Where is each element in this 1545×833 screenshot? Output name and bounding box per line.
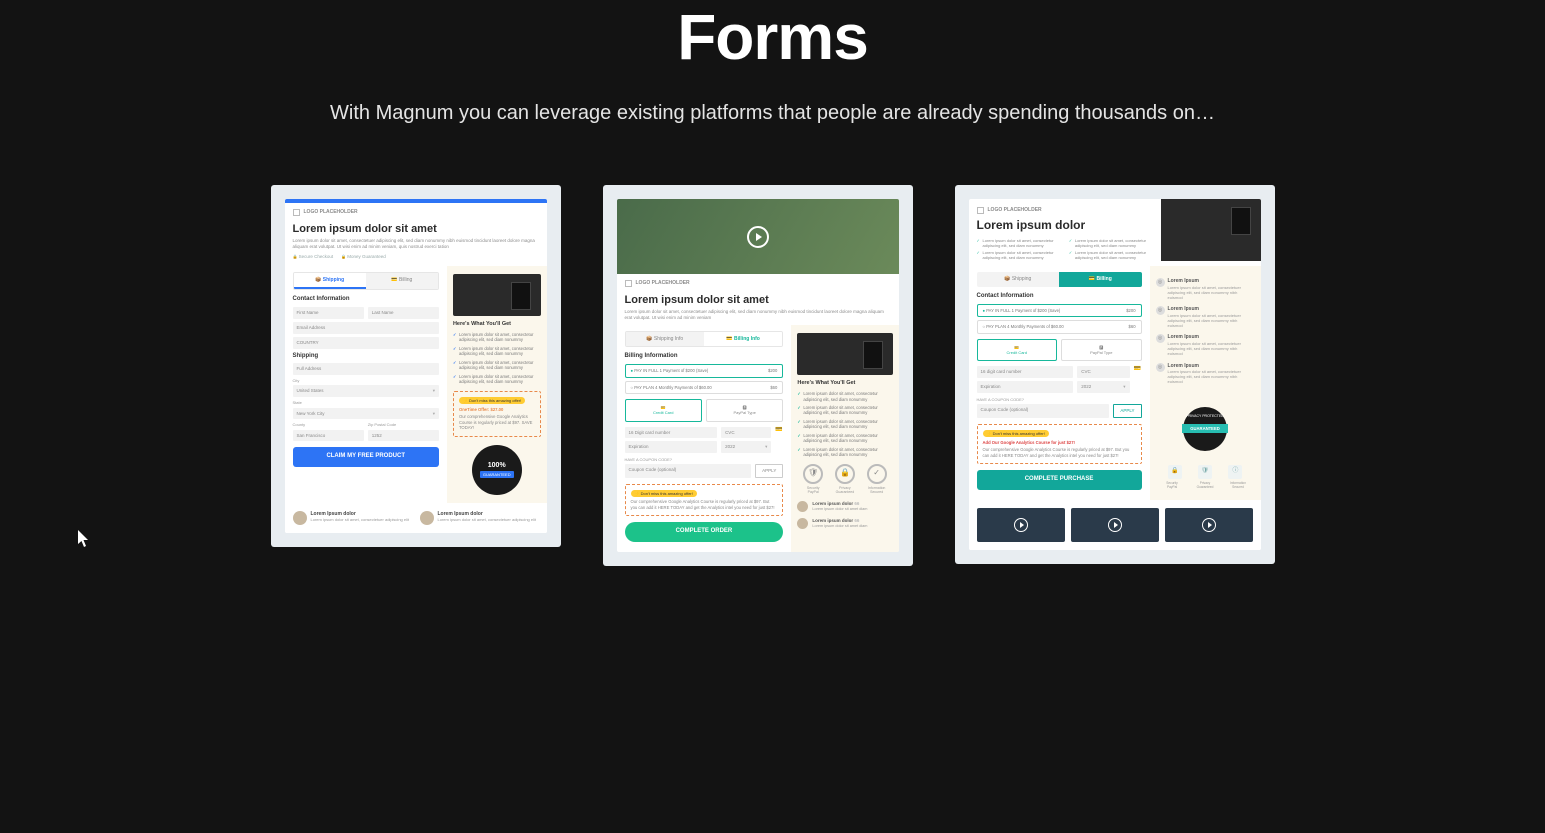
paypal-option[interactable]: 🅿PayPal Type bbox=[1061, 339, 1142, 361]
testimonial: Lorem ipsum dolor 66Lorem ipsum dolor si… bbox=[797, 501, 892, 512]
product-image bbox=[797, 333, 892, 375]
zip-field[interactable]: 1252 bbox=[368, 430, 439, 442]
guarantee-badge: 100% GUARANTEED bbox=[472, 445, 522, 495]
credit-card-option[interactable]: 💳Credit Card bbox=[625, 399, 702, 421]
form-template-1[interactable]: LOGO PLACEHOLDER Lorem ipsum dolor sit a… bbox=[271, 185, 561, 547]
play-icon[interactable] bbox=[1014, 518, 1028, 532]
subheadline: Lorem ipsum dolor sit amet, consectetuer… bbox=[617, 309, 899, 325]
trust-badges: 🛡🔒✓ bbox=[797, 464, 892, 484]
card-number-field[interactable]: 16 Digit card number bbox=[625, 427, 718, 439]
logo-placeholder: LOGO PLACEHOLDER bbox=[285, 203, 547, 218]
template-cards-row: LOGO PLACEHOLDER Lorem ipsum dolor sit a… bbox=[0, 185, 1545, 566]
offer-box[interactable]: ⚡ Don't miss this amazing offer! OneTime… bbox=[453, 391, 541, 437]
video-thumb[interactable] bbox=[1165, 508, 1253, 542]
testimonials: Lorem Ipsum dolorLorem ipsum dolor sit a… bbox=[285, 503, 547, 533]
tab-billing[interactable]: 💳 Billing Info bbox=[704, 332, 782, 347]
video-thumbnails bbox=[969, 500, 1261, 550]
credit-card-option[interactable]: 💳Credit Card bbox=[977, 339, 1058, 361]
headline: Lorem ipsum dolor sit amet bbox=[617, 289, 899, 309]
page-subtitle: With Magnum you can leverage existing pl… bbox=[0, 102, 1545, 125]
page-title: Forms bbox=[0, 0, 1545, 74]
email-field[interactable]: Email Address bbox=[293, 322, 439, 334]
step-tabs: 📦 Shipping Info 💳 Billing Info bbox=[625, 331, 784, 348]
subheadline: Lorem ipsum dolor sit amet, consectetuer… bbox=[285, 238, 547, 254]
coupon-field[interactable]: Coupon Code (optional) bbox=[977, 404, 1110, 418]
pay-plan-radio[interactable]: PAY PLAN 4 Monthly Payments of $60.00$60 bbox=[625, 381, 784, 394]
offer-box[interactable]: ⚡ Don't miss this amazing offer! Our com… bbox=[625, 484, 784, 516]
product-image bbox=[453, 274, 541, 316]
play-icon[interactable] bbox=[1108, 518, 1122, 532]
feature-list: ◎Lorem IpsumLorem ipsum dolor sit amet, … bbox=[1156, 274, 1255, 394]
card-number-field[interactable]: 16 digit card number bbox=[977, 366, 1074, 378]
last-name-field[interactable]: Last Name bbox=[368, 307, 439, 319]
contact-label: Contact Information bbox=[977, 293, 1142, 301]
benefits-heading: Here's What You'll Get bbox=[453, 321, 541, 328]
expiration-field[interactable]: Expiration bbox=[625, 441, 718, 453]
trust-icons: 🔒🛡ⓘ bbox=[1160, 465, 1251, 479]
exp-year-select[interactable]: 2022 bbox=[1077, 381, 1129, 393]
play-icon[interactable] bbox=[747, 226, 769, 248]
coupon-field[interactable]: Coupon Code (optional) bbox=[625, 464, 752, 478]
shipping-label: Shipping bbox=[293, 353, 439, 361]
tab-shipping[interactable]: 📦 Shipping bbox=[294, 273, 366, 290]
hero-video[interactable] bbox=[617, 199, 899, 274]
tab-billing[interactable]: 💳 Billing bbox=[366, 273, 438, 290]
country-select[interactable]: United States bbox=[293, 385, 439, 397]
headline: Lorem ipsum dolor sit amet bbox=[285, 218, 547, 238]
first-name-field[interactable]: First Name bbox=[293, 307, 364, 319]
avatar bbox=[293, 511, 307, 525]
county-field[interactable]: San Francisco bbox=[293, 430, 364, 442]
video-thumb[interactable] bbox=[977, 508, 1065, 542]
cvc-field[interactable]: CVC bbox=[1077, 366, 1129, 378]
offer-box[interactable]: ⚡ Don't miss this amazing offer! Add Our… bbox=[977, 424, 1142, 465]
headline: Lorem ipsum dolor bbox=[977, 218, 1154, 234]
form-template-2[interactable]: LOGO PLACEHOLDER Lorem ipsum dolor sit a… bbox=[603, 185, 913, 566]
exp-year-select[interactable]: 2022 bbox=[721, 441, 771, 453]
cvc-field[interactable]: CVC bbox=[721, 427, 771, 439]
state-select[interactable]: New York City bbox=[293, 408, 439, 420]
benefits-list: Lorem ipsum dolor sit amet, consectetur … bbox=[453, 332, 541, 385]
tab-shipping[interactable]: 📦 Shipping bbox=[977, 272, 1060, 287]
benefits-heading: Here's What You'll Get bbox=[797, 380, 892, 387]
contact-label: Contact Information bbox=[293, 296, 439, 304]
address-field[interactable]: Full Address bbox=[293, 363, 439, 375]
pay-full-radio[interactable]: PAY IN FULL 1 Payment of $200 (Save)$200 bbox=[625, 364, 784, 377]
complete-order-button[interactable]: COMPLETE ORDER bbox=[625, 522, 784, 542]
logo-placeholder: LOGO PLACEHOLDER bbox=[617, 274, 899, 289]
pay-full-radio[interactable]: PAY IN FULL 1 Payment of $200 (Save)$200 bbox=[977, 304, 1142, 317]
tab-billing[interactable]: 💳 Billing bbox=[1059, 272, 1142, 287]
step-tabs: 📦 Shipping 💳 Billing bbox=[293, 272, 439, 291]
tab-shipping[interactable]: 📦 Shipping Info bbox=[626, 332, 704, 347]
complete-purchase-button[interactable]: COMPLETE PURCHASE bbox=[977, 470, 1142, 490]
play-icon[interactable] bbox=[1202, 518, 1216, 532]
benefits-list: Lorem ipsum dolor sit amet, consectetur … bbox=[797, 391, 892, 458]
privacy-badge: PRIVACY PROTECTED GUARANTEED bbox=[1177, 401, 1233, 457]
billing-label: Billing Information bbox=[625, 353, 784, 361]
trust-row: Secure CheckoutMoney Guaranteed bbox=[285, 254, 547, 266]
pay-plan-radio[interactable]: PAY PLAN 4 Monthly Payments of $60.00$60 bbox=[977, 320, 1142, 333]
apply-button[interactable]: APPLY bbox=[1113, 404, 1141, 418]
form-template-3[interactable]: LOGO PLACEHOLDER Lorem ipsum dolor Lorem… bbox=[955, 185, 1275, 564]
video-thumb[interactable] bbox=[1071, 508, 1159, 542]
expiration-field[interactable]: Expiration bbox=[977, 381, 1074, 393]
avatar bbox=[420, 511, 434, 525]
apply-button[interactable]: APPLY bbox=[755, 464, 783, 478]
country-field[interactable]: COUNTRY bbox=[293, 337, 439, 349]
product-image bbox=[1161, 199, 1260, 261]
claim-button[interactable]: CLAIM MY FREE PRODUCT bbox=[293, 447, 439, 467]
paypal-option[interactable]: 🅿PayPal Type bbox=[706, 399, 783, 421]
testimonial: Lorem ipsum dolor 66Lorem ipsum dolor si… bbox=[797, 518, 892, 529]
